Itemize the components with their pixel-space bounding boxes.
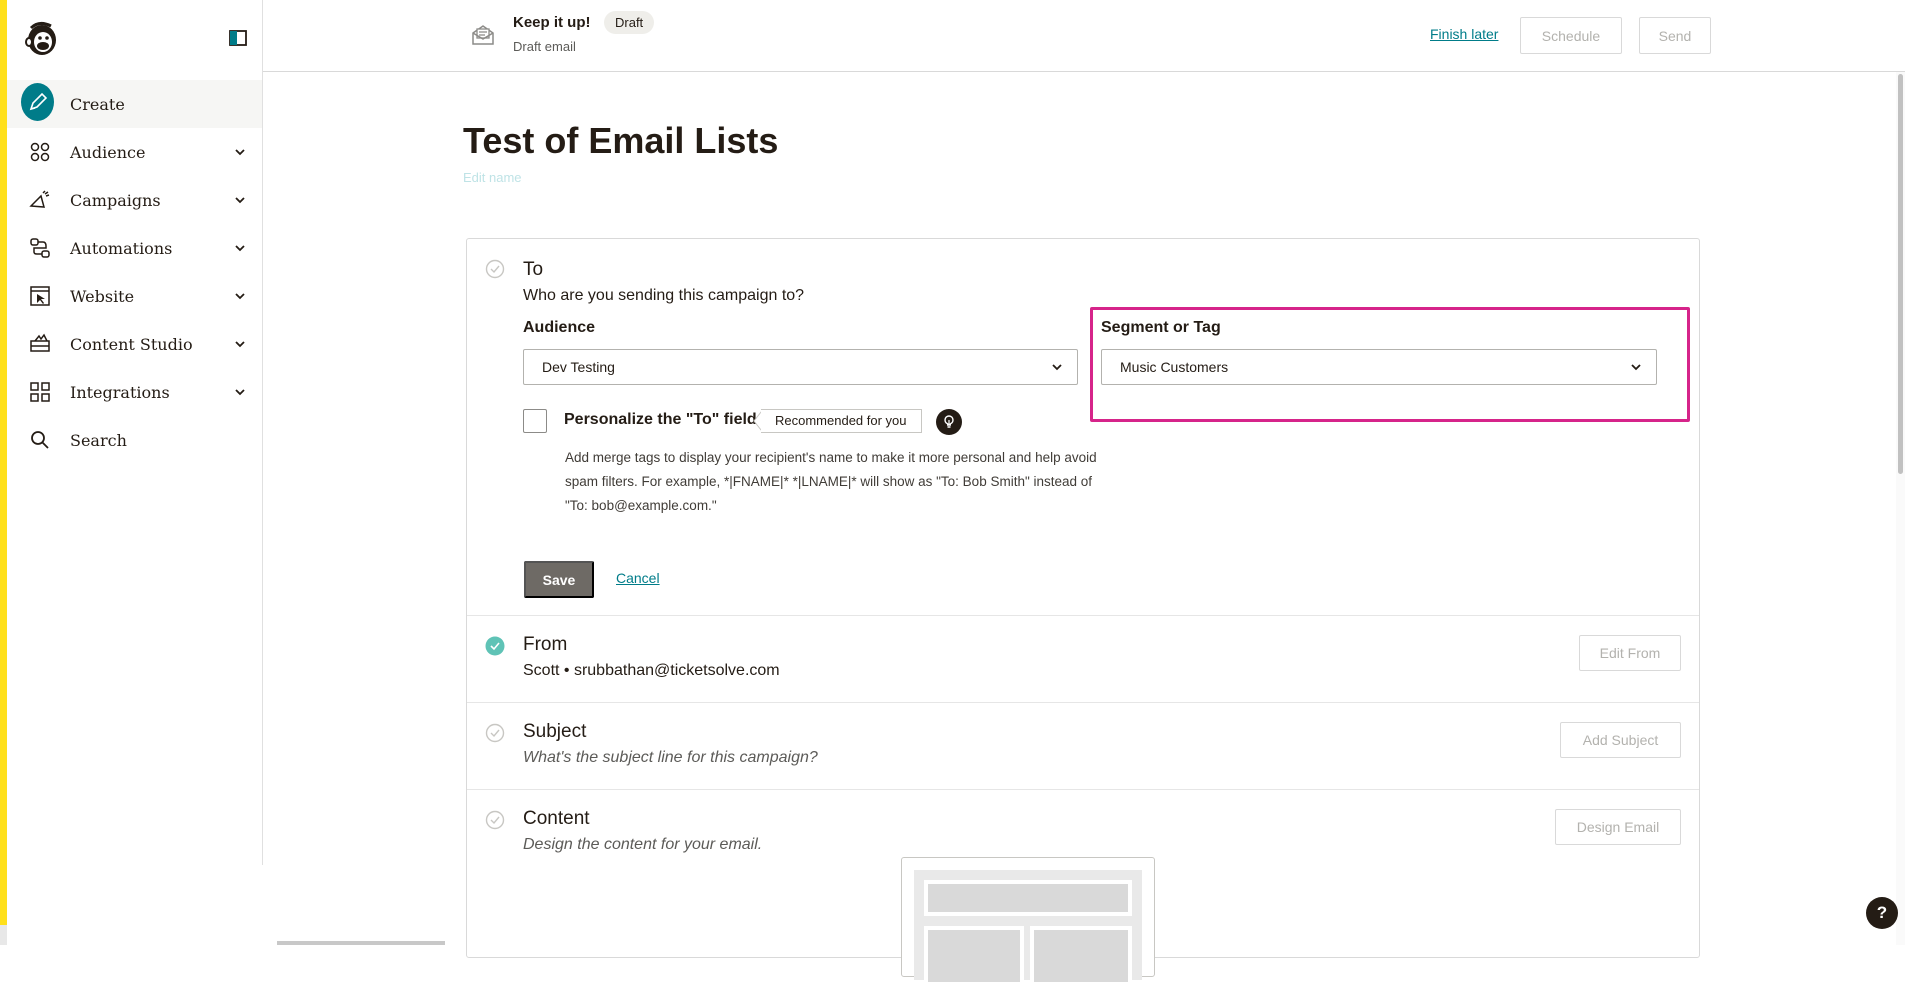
to-title: To — [523, 259, 544, 280]
cancel-link[interactable]: Cancel — [616, 570, 660, 586]
vertical-scrollbar[interactable] — [1896, 72, 1905, 945]
chevron-down-icon — [1052, 364, 1062, 371]
check-circle-pending-icon — [485, 723, 505, 743]
sidebar: Create Audience Campaigns Automations We… — [7, 0, 263, 865]
audience-icon — [26, 138, 54, 166]
to-section: To Who are you sending this campaign to?… — [467, 239, 1699, 616]
finish-later-link[interactable]: Finish later — [1430, 26, 1498, 42]
recommended-tag: Recommended for you — [761, 409, 922, 433]
audience-label: Audience — [523, 319, 596, 336]
status-badge: Draft — [604, 11, 655, 34]
sidebar-item-label: Content Studio — [70, 334, 193, 354]
save-button[interactable]: Save — [524, 561, 594, 598]
website-cursor-icon — [26, 282, 54, 310]
preview-column-block — [1030, 926, 1132, 986]
from-value: Scott • srubbathan@ticketsolve.com — [523, 662, 780, 679]
sidebar-item-automations[interactable]: Automations — [7, 224, 262, 272]
from-title: From — [523, 634, 568, 655]
status-corner — [0, 925, 7, 945]
chevron-down-icon[interactable] — [232, 336, 248, 352]
personalize-checkbox[interactable] — [523, 409, 547, 433]
chevron-down-icon — [1631, 364, 1641, 371]
sidebar-item-integrations[interactable]: Integrations — [7, 368, 262, 416]
sidebar-item-audience[interactable]: Audience — [7, 128, 262, 176]
campaign-header: Keep it up! Draft Draft email Finish lat… — [263, 0, 1905, 72]
chevron-down-icon[interactable] — [232, 192, 248, 208]
segment-label: Segment or Tag — [1101, 319, 1221, 336]
sidebar-item-label: Create — [70, 94, 125, 114]
preview-column-block — [924, 926, 1024, 986]
help-button[interactable]: ? — [1866, 897, 1898, 929]
sidebar-item-campaigns[interactable]: Campaigns — [7, 176, 262, 224]
design-email-button[interactable]: Design Email — [1555, 809, 1681, 845]
from-section: From Scott • srubbathan@ticketsolve.com … — [467, 616, 1699, 703]
sidebar-item-label: Campaigns — [70, 190, 161, 210]
subject-title: Subject — [523, 721, 587, 742]
search-icon — [26, 426, 54, 454]
check-circle-pending-icon — [485, 810, 505, 830]
content-studio-icon — [26, 330, 54, 358]
sidebar-item-label: Integrations — [70, 382, 170, 402]
chevron-down-icon[interactable] — [232, 240, 248, 256]
draft-email-icon — [470, 22, 496, 48]
chevron-down-icon[interactable] — [232, 384, 248, 400]
megaphone-icon — [26, 186, 54, 214]
sidebar-item-label: Search — [70, 430, 127, 450]
integrations-grid-icon — [26, 378, 54, 406]
edit-from-button[interactable]: Edit From — [1579, 635, 1681, 671]
schedule-button[interactable]: Schedule — [1520, 17, 1622, 54]
automations-icon — [26, 234, 54, 262]
sidebar-item-website[interactable]: Website — [7, 272, 262, 320]
header-subtitle: Draft email — [513, 39, 576, 54]
subject-section: Subject What's the subject line for this… — [467, 703, 1699, 790]
subject-placeholder: What's the subject line for this campaig… — [523, 749, 818, 766]
audience-select[interactable]: Dev Testing — [523, 349, 1078, 385]
horizontal-scrollbar[interactable] — [277, 941, 445, 945]
chevron-down-icon[interactable] — [232, 288, 248, 304]
scroll-thumb[interactable] — [1898, 74, 1903, 474]
chevron-down-icon[interactable] — [232, 144, 248, 160]
preview-header-block — [924, 880, 1132, 916]
preview-canvas — [914, 870, 1142, 986]
check-circle-done-icon — [485, 636, 505, 656]
segment-select[interactable]: Music Customers — [1101, 349, 1657, 385]
segment-select-value: Music Customers — [1120, 359, 1229, 375]
email-template-preview[interactable] — [901, 857, 1155, 986]
sidebar-item-content-studio[interactable]: Content Studio — [7, 320, 262, 368]
sidebar-item-label: Website — [70, 286, 135, 306]
audience-select-value: Dev Testing — [542, 359, 615, 375]
campaign-checklist: To Who are you sending this campaign to?… — [466, 238, 1700, 986]
sidebar-item-search[interactable]: Search — [7, 416, 262, 464]
send-button[interactable]: Send — [1639, 17, 1711, 54]
add-subject-button[interactable]: Add Subject — [1560, 722, 1681, 758]
brand-strip — [0, 0, 7, 945]
lightbulb-icon — [936, 409, 962, 435]
mailchimp-logo-icon[interactable] — [21, 18, 61, 58]
header-title: Keep it up! — [513, 14, 591, 31]
sidebar-item-label: Audience — [70, 142, 146, 162]
personalize-label: Personalize the "To" field — [564, 411, 757, 428]
edit-name-link[interactable]: Edit name — [463, 170, 522, 185]
content-title: Content — [523, 808, 590, 829]
check-circle-pending-icon — [485, 259, 505, 279]
page-title: Test of Email Lists — [463, 120, 779, 161]
sidebar-item-label: Automations — [70, 238, 173, 258]
create-pencil-icon — [21, 82, 54, 121]
sidebar-item-create[interactable]: Create — [7, 80, 262, 128]
to-subtitle: Who are you sending this campaign to? — [523, 287, 805, 304]
personalize-help-text: Add merge tags to display your recipient… — [565, 450, 1097, 513]
collapse-sidebar-icon[interactable] — [228, 28, 248, 48]
content-subtitle: Design the content for your email. — [523, 836, 763, 853]
